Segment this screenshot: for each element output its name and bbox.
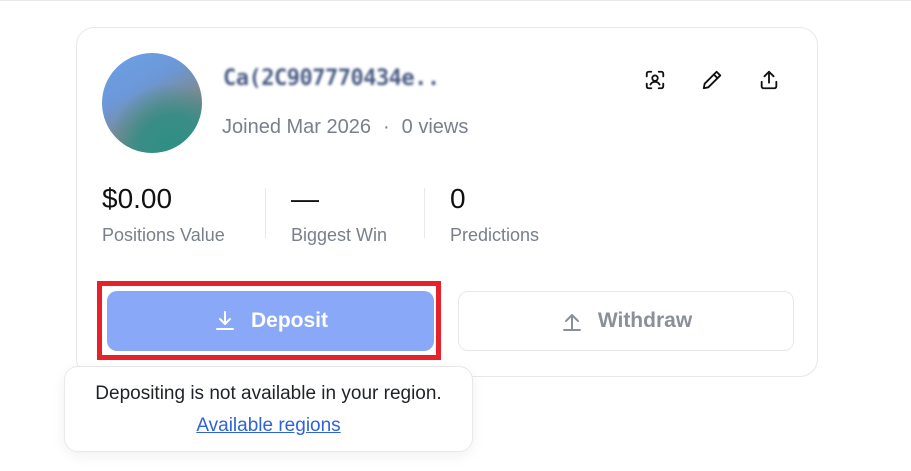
stat-label: Biggest Win <box>291 225 388 245</box>
profile-card: Ca(2C907770434e.. Joined Mar 2026 · 0 view… <box>76 27 818 377</box>
stat-biggest-win: — Biggest Win <box>291 183 387 246</box>
stat-divider <box>424 188 425 238</box>
deposit-button[interactable]: Deposit <box>107 291 434 351</box>
stat-value: $0.00 <box>102 183 173 214</box>
avatar[interactable] <box>102 53 202 153</box>
withdraw-button[interactable]: Withdraw <box>458 291 794 351</box>
stat-predictions: 0 Predictions <box>450 183 539 246</box>
scan-face-button[interactable] <box>639 64 671 96</box>
region-tooltip: Depositing is not available in your regi… <box>64 366 473 452</box>
stat-value: 0 <box>450 183 466 214</box>
upload-icon <box>562 314 581 331</box>
available-regions-link[interactable]: Available regions <box>196 415 340 437</box>
scan-face-icon <box>645 70 665 90</box>
meta-separator: · <box>382 116 390 138</box>
top-divider <box>0 0 911 1</box>
stat-value: — <box>291 183 319 214</box>
username: Ca(2C907770434e.. <box>223 65 440 91</box>
withdraw-label: Withdraw <box>597 309 693 332</box>
stat-divider <box>265 188 266 238</box>
tooltip-message: Depositing is not available in your regi… <box>95 383 442 404</box>
views-count: 0 views <box>401 116 469 138</box>
stat-label: Positions Value <box>102 225 225 245</box>
joined-date: Joined Mar 2026 <box>222 116 371 138</box>
edit-profile-button[interactable] <box>696 64 728 96</box>
stat-label: Predictions <box>450 225 540 245</box>
deposit-label: Deposit <box>250 309 328 332</box>
download-icon <box>215 311 234 330</box>
stat-positions-value: $0.00 Positions Value <box>102 183 225 246</box>
share-button[interactable] <box>753 64 785 96</box>
pencil-icon <box>702 70 722 90</box>
share-upload-icon <box>760 70 778 90</box>
profile-meta: Joined Mar 2026 · 0 views <box>222 116 468 139</box>
